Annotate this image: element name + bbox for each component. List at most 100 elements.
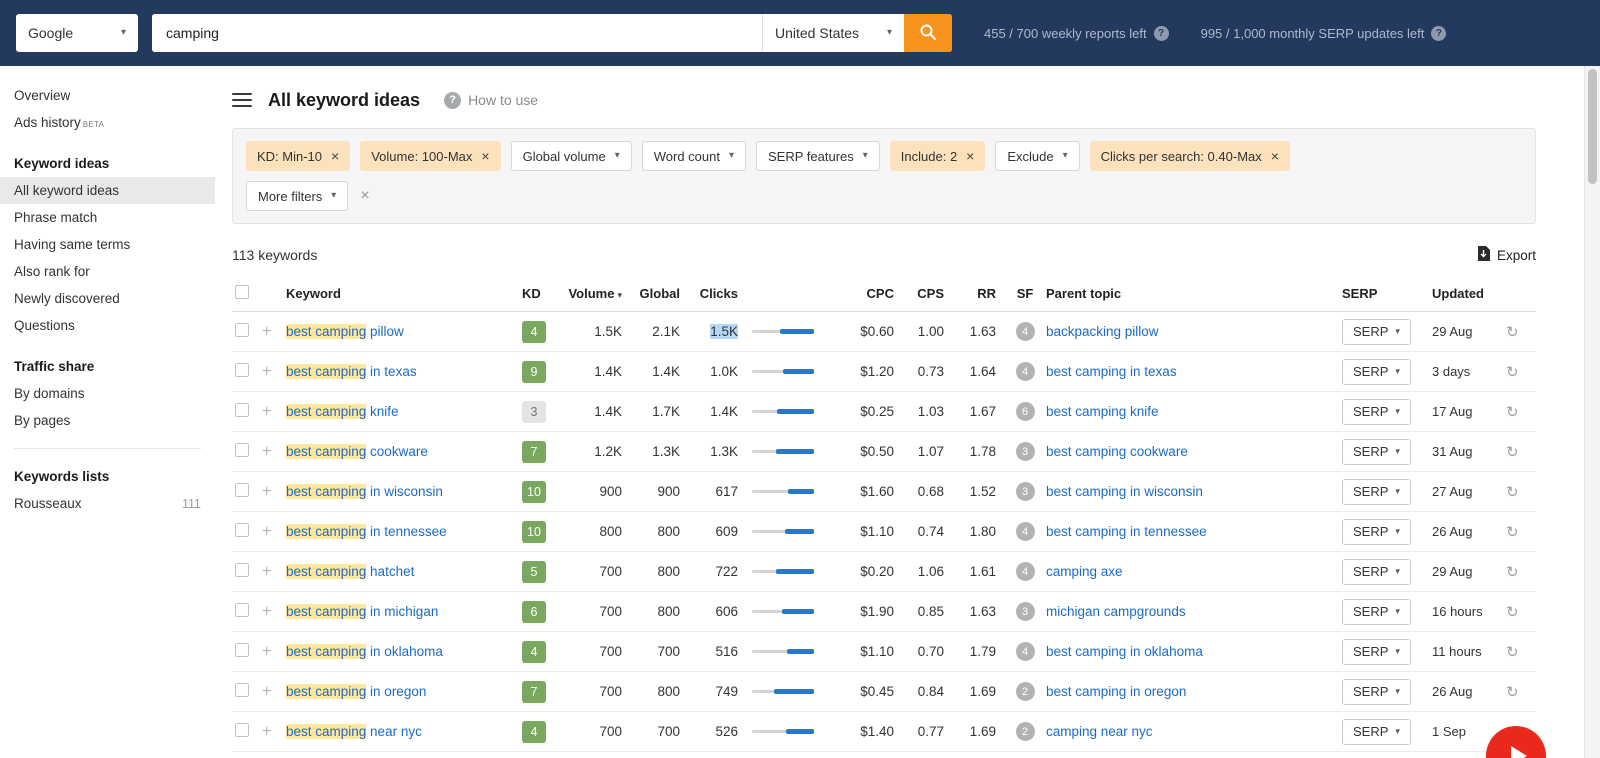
sidebar-item-ads-history[interactable]: Ads history BETA — [0, 109, 215, 136]
keyword-link[interactable]: best camping in oregon — [286, 684, 426, 699]
parent-topic-link[interactable]: camping near nyc — [1046, 724, 1153, 739]
serp-button[interactable]: SERP ▾ — [1342, 438, 1411, 465]
row-checkbox[interactable] — [235, 363, 249, 377]
filter-chip-word-count[interactable]: Word count ▾ — [641, 141, 746, 171]
add-to-list-icon[interactable]: + — [262, 723, 271, 740]
col-rr[interactable]: RR — [952, 286, 1004, 301]
serp-button[interactable]: SERP ▾ — [1342, 558, 1411, 585]
row-checkbox[interactable] — [235, 523, 249, 537]
info-icon[interactable]: ? — [1153, 25, 1169, 41]
refresh-icon[interactable]: ↻ — [1506, 444, 1519, 461]
sidebar-item-by-domains[interactable]: By domains — [0, 380, 215, 407]
filter-chip-more-filters[interactable]: More filters ▾ — [246, 181, 349, 211]
parent-topic-link[interactable]: best camping knife — [1046, 404, 1159, 419]
parent-topic-link[interactable]: best camping in oregon — [1046, 684, 1186, 699]
keyword-link[interactable]: best camping knife — [286, 404, 399, 419]
sidebar-item-having-same-terms[interactable]: Having same terms — [0, 231, 215, 258]
sidebar-item-by-pages[interactable]: By pages — [0, 407, 215, 434]
menu-icon[interactable] — [232, 93, 252, 107]
row-checkbox[interactable] — [235, 443, 249, 457]
sidebar-item-newly-discovered[interactable]: Newly discovered — [0, 285, 215, 312]
filter-chip-global-volume[interactable]: Global volume ▾ — [510, 141, 632, 171]
parent-topic-link[interactable]: best camping in wisconsin — [1046, 484, 1203, 499]
serp-button[interactable]: SERP ▾ — [1342, 518, 1411, 545]
add-to-list-icon[interactable]: + — [262, 683, 271, 700]
add-to-list-icon[interactable]: + — [262, 443, 271, 460]
row-checkbox[interactable] — [235, 403, 249, 417]
search-engine-select[interactable]: Google ▾ — [16, 14, 138, 52]
col-volume[interactable]: Volume ▾ — [566, 286, 630, 301]
refresh-icon[interactable]: ↻ — [1506, 324, 1519, 341]
keyword-link[interactable]: best camping in oklahoma — [286, 644, 443, 659]
serp-button[interactable]: SERP ▾ — [1342, 358, 1411, 385]
sidebar-item-overview[interactable]: Overview — [0, 82, 215, 109]
parent-topic-link[interactable]: best camping cookware — [1046, 444, 1188, 459]
parent-topic-link[interactable]: best camping in oklahoma — [1046, 644, 1203, 659]
refresh-icon[interactable]: ↻ — [1506, 564, 1519, 581]
col-clicks[interactable]: Clicks — [688, 286, 746, 301]
add-to-list-icon[interactable]: + — [262, 403, 271, 420]
parent-topic-link[interactable]: best camping in texas — [1046, 364, 1177, 379]
col-serp[interactable]: SERP — [1342, 286, 1432, 301]
col-updated[interactable]: Updated — [1432, 286, 1506, 301]
filter-chip-serp-features[interactable]: SERP features ▾ — [756, 141, 880, 171]
remove-filter-icon[interactable]: × — [1271, 149, 1279, 163]
add-to-list-icon[interactable]: + — [262, 323, 271, 340]
filter-chip-include-2[interactable]: Include: 2 × — [889, 141, 986, 171]
row-checkbox[interactable] — [235, 723, 249, 737]
col-parent-topic[interactable]: Parent topic — [1046, 286, 1342, 301]
keyword-link[interactable]: best camping pillow — [286, 324, 404, 339]
add-to-list-icon[interactable]: + — [262, 523, 271, 540]
parent-topic-link[interactable]: best camping in tennessee — [1046, 524, 1207, 539]
country-select[interactable]: United States ▾ — [762, 14, 904, 52]
refresh-icon[interactable]: ↻ — [1506, 404, 1519, 421]
add-to-list-icon[interactable]: + — [262, 563, 271, 580]
serp-button[interactable]: SERP ▾ — [1342, 718, 1411, 745]
serp-button[interactable]: SERP ▾ — [1342, 318, 1411, 345]
serp-button[interactable]: SERP ▾ — [1342, 598, 1411, 625]
refresh-icon[interactable]: ↻ — [1506, 644, 1519, 661]
row-checkbox[interactable] — [235, 563, 249, 577]
remove-filter-icon[interactable]: × — [966, 149, 974, 163]
parent-topic-link[interactable]: camping axe — [1046, 564, 1123, 579]
refresh-icon[interactable]: ↻ — [1506, 604, 1519, 621]
serp-button[interactable]: SERP ▾ — [1342, 398, 1411, 425]
keyword-search-input[interactable] — [152, 14, 762, 52]
keyword-link[interactable]: best camping near nyc — [286, 724, 422, 739]
sidebar-item-rousseaux[interactable]: Rousseaux 111 — [0, 490, 215, 517]
add-to-list-icon[interactable]: + — [262, 643, 271, 660]
how-to-use-link[interactable]: ? How to use — [444, 91, 538, 109]
refresh-icon[interactable]: ↻ — [1506, 684, 1519, 701]
keyword-link[interactable]: best camping in texas — [286, 364, 417, 379]
info-icon[interactable]: ? — [1431, 25, 1447, 41]
sidebar-item-also-rank-for[interactable]: Also rank for — [0, 258, 215, 285]
keyword-link[interactable]: best camping in wisconsin — [286, 484, 443, 499]
col-keyword[interactable]: Keyword — [286, 286, 522, 301]
parent-topic-link[interactable]: michigan campgrounds — [1046, 604, 1186, 619]
filter-chip-exclude[interactable]: Exclude ▾ — [995, 141, 1080, 171]
serp-button[interactable]: SERP ▾ — [1342, 638, 1411, 665]
filter-chip-volume-100-max[interactable]: Volume: 100-Max × — [360, 141, 501, 171]
remove-filter-icon[interactable]: × — [331, 149, 339, 163]
serp-button[interactable]: SERP ▾ — [1342, 478, 1411, 505]
sidebar-item-questions[interactable]: Questions — [0, 312, 215, 339]
add-to-list-icon[interactable]: + — [262, 483, 271, 500]
add-to-list-icon[interactable]: + — [262, 363, 271, 380]
search-button[interactable] — [904, 14, 952, 52]
keyword-link[interactable]: best camping in tennessee — [286, 524, 447, 539]
row-checkbox[interactable] — [235, 603, 249, 617]
remove-filter-icon[interactable]: × — [481, 149, 489, 163]
export-button[interactable]: Export — [1477, 246, 1536, 264]
keyword-link[interactable]: best camping hatchet — [286, 564, 414, 579]
row-checkbox[interactable] — [235, 683, 249, 697]
col-kd[interactable]: KD — [522, 286, 566, 301]
refresh-icon[interactable]: ↻ — [1506, 484, 1519, 501]
parent-topic-link[interactable]: backpacking pillow — [1046, 324, 1159, 339]
sidebar-item-phrase-match[interactable]: Phrase match — [0, 204, 215, 231]
row-checkbox[interactable] — [235, 643, 249, 657]
col-sf[interactable]: SF — [1004, 286, 1046, 301]
row-checkbox[interactable] — [235, 483, 249, 497]
row-checkbox[interactable] — [235, 323, 249, 337]
keyword-link[interactable]: best camping cookware — [286, 444, 428, 459]
col-cpc[interactable]: CPC — [834, 286, 902, 301]
